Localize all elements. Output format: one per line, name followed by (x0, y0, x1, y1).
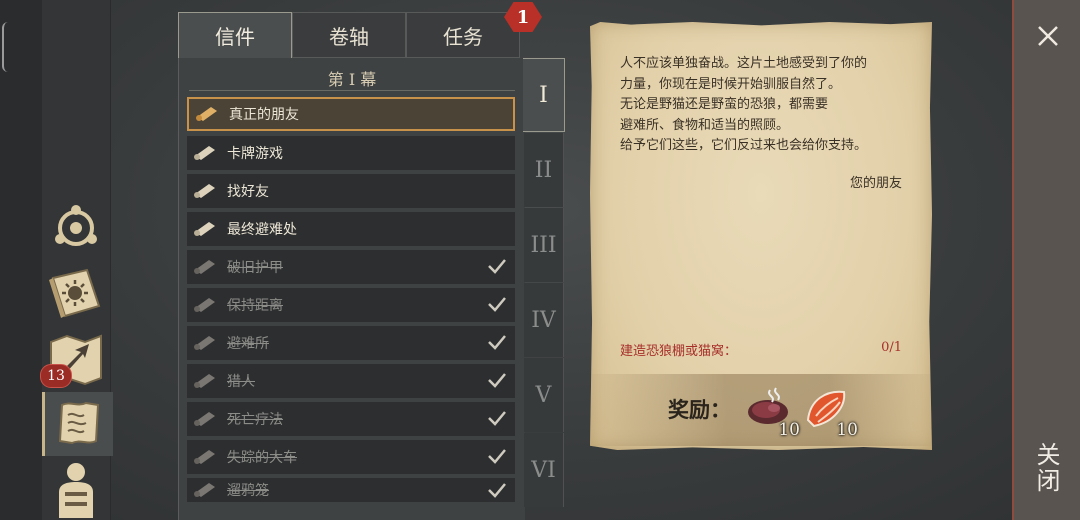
quest-label: 遛鸦笼 (227, 483, 269, 499)
checkmark-icon (488, 373, 506, 388)
quest-label: 真正的朋友 (229, 107, 299, 123)
tab-scrolls[interactable]: 卷轴 (292, 12, 406, 58)
act-button-1[interactable]: I (523, 58, 565, 132)
checkmark-icon (488, 259, 506, 274)
quest-item[interactable]: 保持距离 (187, 288, 515, 322)
quest-item[interactable]: 找好友 (187, 174, 515, 208)
reward-item[interactable]: 10 (804, 386, 858, 440)
quest-item[interactable]: 猎人 (187, 364, 515, 398)
atom-skills-icon (55, 205, 97, 246)
side-navigation (42, 0, 113, 520)
checkmark-icon (488, 449, 506, 464)
letter-line: 力量，你现在是时候开始驯服自然了。 (620, 76, 842, 92)
nav-skills-button[interactable] (42, 196, 110, 260)
letter-line: 无论是野猫还是野蛮的恐狼，都需要 (620, 97, 829, 112)
act-button-5[interactable]: V (524, 358, 564, 432)
quest-label: 最终避难处 (227, 222, 297, 238)
act-button-2[interactable]: II (524, 133, 564, 207)
quest-list-panel: 第 I 幕 真正的朋友 卡牌游戏 找好友 最终避难处 破旧护甲 保持距离 避难所… (178, 58, 525, 520)
letter-signature: 您的朋友 (849, 176, 902, 191)
scroll-icon (193, 182, 219, 200)
act-button-6[interactable]: VI (524, 433, 564, 507)
quest-item[interactable]: 死亡疗法 (187, 402, 515, 436)
quest-label: 保持距离 (227, 298, 283, 314)
scroll-icon (193, 334, 219, 352)
scroll-icon (193, 220, 219, 238)
map-notification-badge: 13 (40, 364, 72, 388)
objective-text: 建造恐狼棚或猫窝： (620, 344, 738, 359)
scroll-letter-icon (58, 401, 100, 445)
quest-item[interactable]: 卡牌游戏 (187, 136, 515, 170)
quest-item[interactable]: 失踪的大车 (187, 440, 515, 474)
act-selector: I II III IV V VI (523, 58, 566, 520)
scroll-icon (195, 105, 221, 123)
act-button-3[interactable]: III (524, 208, 564, 282)
quest-label: 卡牌游戏 (227, 146, 283, 162)
screen-edge (0, 0, 42, 520)
quest-label: 找好友 (227, 184, 269, 200)
quest-label: 猎人 (227, 374, 255, 390)
tab-letters[interactable]: 信件 (178, 12, 292, 58)
checkmark-icon (488, 483, 506, 498)
scroll-icon (193, 481, 219, 499)
quest-item[interactable]: 破旧护甲 (187, 250, 515, 284)
scroll-icon (193, 144, 219, 162)
quest-label: 避难所 (227, 336, 269, 352)
scroll-icon (193, 372, 219, 390)
close-icon (1038, 26, 1058, 46)
close-button[interactable] (1014, 14, 1080, 58)
quest-item[interactable]: 遛鸦笼 (187, 478, 515, 502)
close-label-button[interactable]: 关闭 (1030, 442, 1064, 494)
reward-item[interactable]: 10 (746, 386, 800, 440)
act-button-4[interactable]: IV (524, 283, 564, 357)
quest-label: 破旧护甲 (227, 260, 283, 276)
nav-character-button[interactable] (42, 456, 110, 520)
tab-tasks[interactable]: 任务 (406, 12, 520, 58)
act-title: 第 I 幕 (327, 70, 377, 89)
quest-item[interactable]: 最终避难处 (187, 212, 515, 246)
letter-parchment: 人不应该单独奋战。这片土地感受到了你的 力量，你现在是时候开始驯服自然了。 无论… (590, 22, 932, 450)
reward-label: 奖励： (668, 398, 731, 422)
tab-bar: 信件 卷轴 任务 (178, 12, 524, 58)
reward-count: 10 (778, 420, 800, 440)
checkmark-icon (488, 335, 506, 350)
sun-book-icon (49, 268, 101, 318)
letter-line: 人不应该单独奋战。这片土地感受到了你的 (620, 56, 868, 71)
nav-letters-button[interactable] (42, 392, 113, 456)
objective-row: 建造恐狼棚或猫窝： 0/1 (620, 340, 902, 359)
scroll-icon (193, 258, 219, 276)
checkmark-icon (488, 411, 506, 426)
nav-journal-button[interactable] (42, 260, 110, 326)
letter-line: 给予它们这些，它们反过来也会给你支持。 (620, 138, 868, 153)
scroll-icon (193, 296, 219, 314)
reward-count: 10 (836, 420, 858, 440)
scroll-icon (193, 448, 219, 466)
letter-line: 避难所、食物和适当的照顾。 (620, 117, 790, 133)
close-panel: 关闭 (1012, 0, 1080, 520)
checkmark-icon (488, 297, 506, 312)
quest-item[interactable]: 真正的朋友 (187, 97, 515, 131)
quest-label: 死亡疗法 (227, 412, 283, 428)
quest-item[interactable]: 避难所 (187, 326, 515, 360)
quest-label: 失踪的大车 (227, 450, 297, 466)
scroll-icon (193, 410, 219, 428)
objective-progress: 0/1 (881, 340, 902, 355)
letter-body: 人不应该单独奋战。这片土地感受到了你的 力量，你现在是时候开始驯服自然了。 无论… (620, 54, 910, 157)
character-icon (59, 463, 93, 518)
divider (189, 90, 515, 91)
